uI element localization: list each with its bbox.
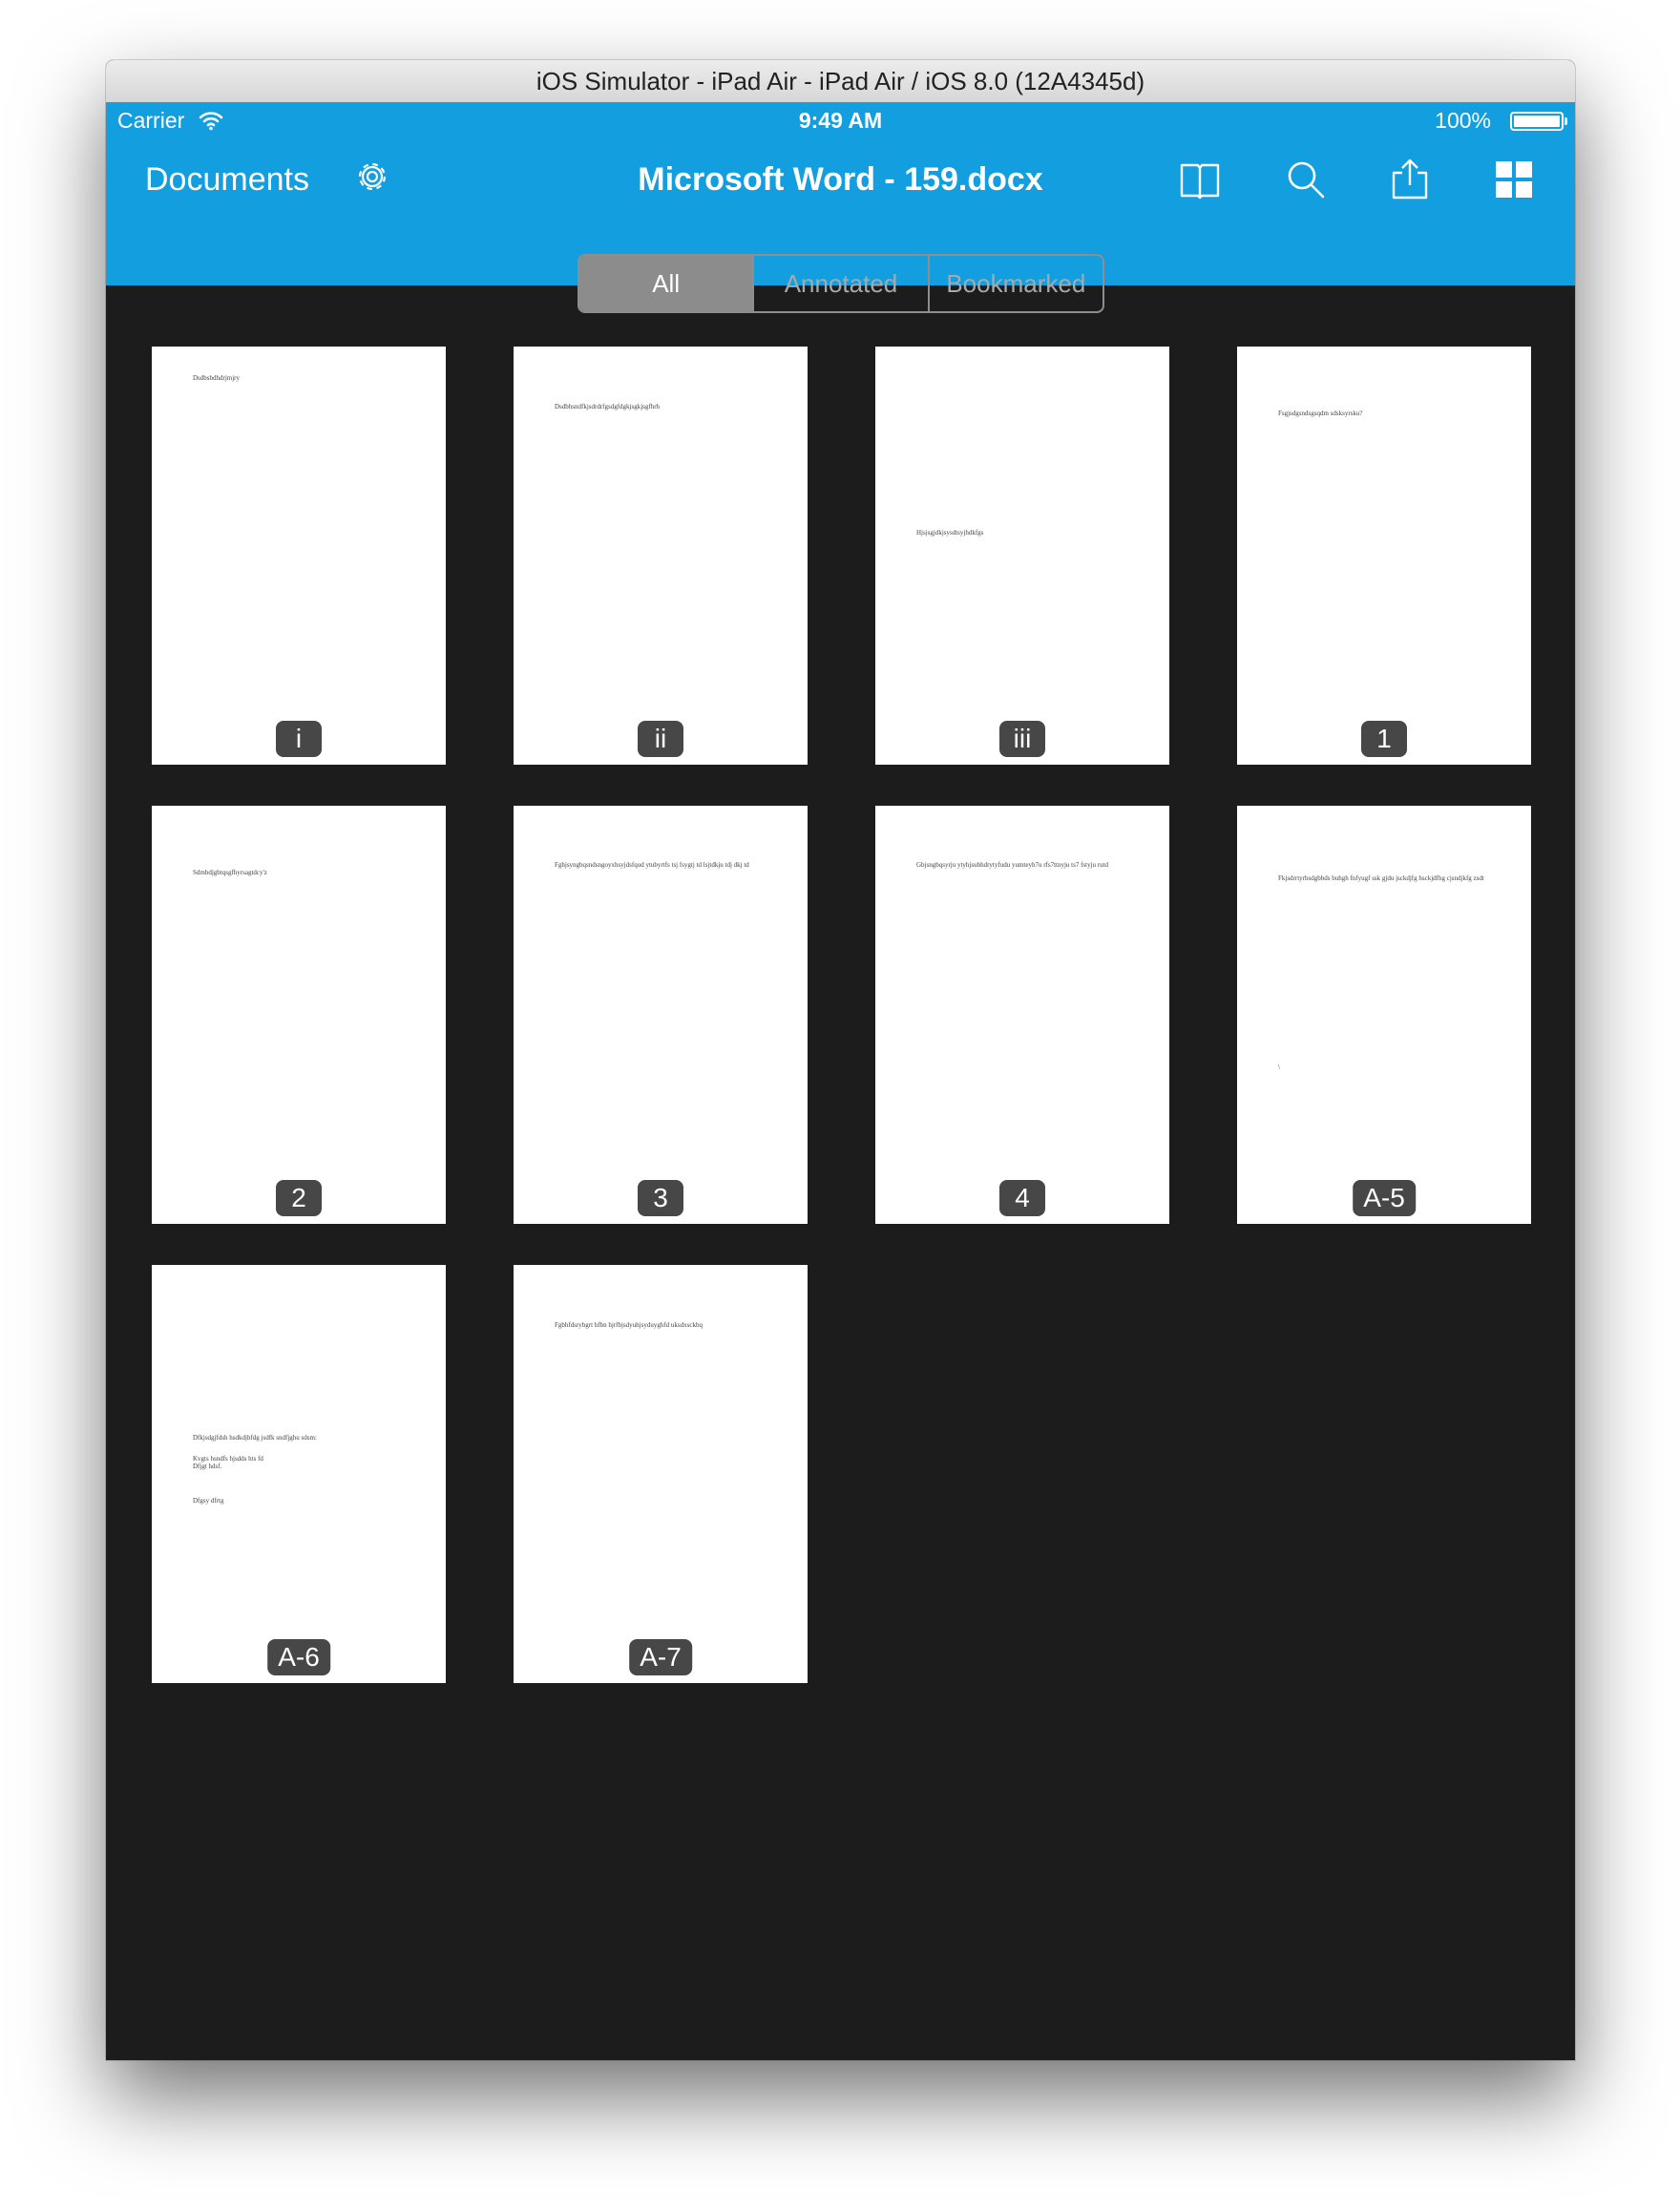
page-text-line: Kvgts hsndfs hjsdds hts fd <box>193 1455 263 1463</box>
page-number-badge: A-7 <box>629 1639 692 1675</box>
page-number-badge: 4 <box>999 1180 1045 1216</box>
page-number-badge: iii <box>999 721 1045 757</box>
page-text-line: Fgbhfdsrybgrt hfbn hjrfbjsdyuhjsyduyghfd… <box>555 1321 703 1329</box>
window-titlebar: iOS Simulator - iPad Air - iPad Air / iO… <box>106 60 1575 103</box>
battery-percent: 100% <box>1435 108 1491 133</box>
page-number-badge: A-6 <box>267 1639 330 1675</box>
page-text-line: \ <box>1278 1063 1280 1071</box>
page-text-line: Fghjsyngbqsndsngoyxhsyjdsfqud ytubyrtfs … <box>555 861 749 869</box>
filter-bookmarked-segment[interactable]: Bookmarked <box>927 256 1102 311</box>
page-thumbnail[interactable]: Fgbhfdsrybgrt hfbn hjrfbjsdyuhjsyduyghfd… <box>514 1265 808 1683</box>
page-thumbnail[interactable]: Gbjsngbqsyrju ytyhjsubhdrytyfudu yumteyh… <box>875 806 1169 1224</box>
page-number-badge: 1 <box>1361 721 1407 757</box>
page-number-badge: i <box>276 721 322 757</box>
page-thumbnail[interactable]: Dsdbhsndfkjsdrdrfgsdgfdgkjsgkjsgfhrh ii <box>514 347 808 765</box>
page-text-line: Fkjsdrrtyrbsdgbbds buhgh fnfyugf ssk gjd… <box>1278 874 1484 882</box>
page-thumbnail[interactable]: Dsdbsbdhdrjmjry i <box>152 347 446 765</box>
share-icon[interactable] <box>1388 158 1432 201</box>
page-text-line: Dsdbsbdhdrjmjry <box>193 374 240 382</box>
page-text-line: Fsgjsdgsndsgsqdm sdsksyrsku? <box>1278 410 1363 417</box>
page-number-badge: 3 <box>638 1180 683 1216</box>
page-thumbnail[interactable]: Fkjsdrrtyrbsdgbbds buhgh fnfyugf ssk gjd… <box>1237 806 1531 1224</box>
filter-all-segment[interactable]: All <box>579 256 753 311</box>
search-icon[interactable] <box>1284 158 1328 201</box>
grid-icon[interactable] <box>1492 158 1536 201</box>
page-text-line: Dsdbhsndfkjsdrdrfgsdgfdgkjsgkjsgfhrh <box>555 403 661 411</box>
page-number-badge: A-5 <box>1353 1180 1416 1216</box>
book-icon[interactable] <box>1178 158 1222 201</box>
page-text-line: Hjsjsgjdkjsysdtsyjhdkfgs <box>916 529 984 537</box>
page-thumbnail[interactable]: Dfkjsdgjfdsh hsdkdjhfdg jsdfk sndfjghu s… <box>152 1265 446 1683</box>
page-thumbnail[interactable]: Fsgjsdgsndsgsqdm sdsksyrsku? 1 <box>1237 347 1531 765</box>
page-text-line: Sdmbdjgbtqsgfhyrsagtdcy'z <box>193 869 267 876</box>
page-thumbnail[interactable]: Sdmbdjgbtqsgfhyrsagtdcy'z 2 <box>152 806 446 1224</box>
page-text-line: Dfgsy dfrtg <box>193 1497 224 1505</box>
page-number-badge: ii <box>638 721 683 757</box>
page-text-line: Dfjgt hdsf. <box>193 1463 222 1470</box>
battery-icon <box>1510 112 1567 131</box>
page-thumbnail[interactable]: Hjsjsgjdkjsysdtsyjhdkfgs iii <box>875 347 1169 765</box>
document-title: Microsoft Word - 159.docx <box>638 161 1043 198</box>
status-time: 9:49 AM <box>798 108 883 133</box>
page-thumbnail[interactable]: Fghjsyngbqsndsngoyxhsyjdsfqud ytubyrtfs … <box>514 806 808 1224</box>
page-filter-segmented-control: All Annotated Bookmarked <box>578 254 1104 313</box>
filter-annotated-segment[interactable]: Annotated <box>752 256 927 311</box>
page-text-line: Gbjsngbqsyrju ytyhjsubhdrytyfudu yumteyh… <box>916 861 1109 869</box>
page-number-badge: 2 <box>276 1180 322 1216</box>
simulator-window: iOS Simulator - iPad Air - iPad Air / iO… <box>106 60 1575 2060</box>
ios-status-bar: Carrier 9:49 AM 100% <box>106 102 1575 138</box>
page-text-line: Dfkjsdgjfdsh hsdkdjhfdg jsdfk sndfjghu s… <box>193 1434 317 1442</box>
